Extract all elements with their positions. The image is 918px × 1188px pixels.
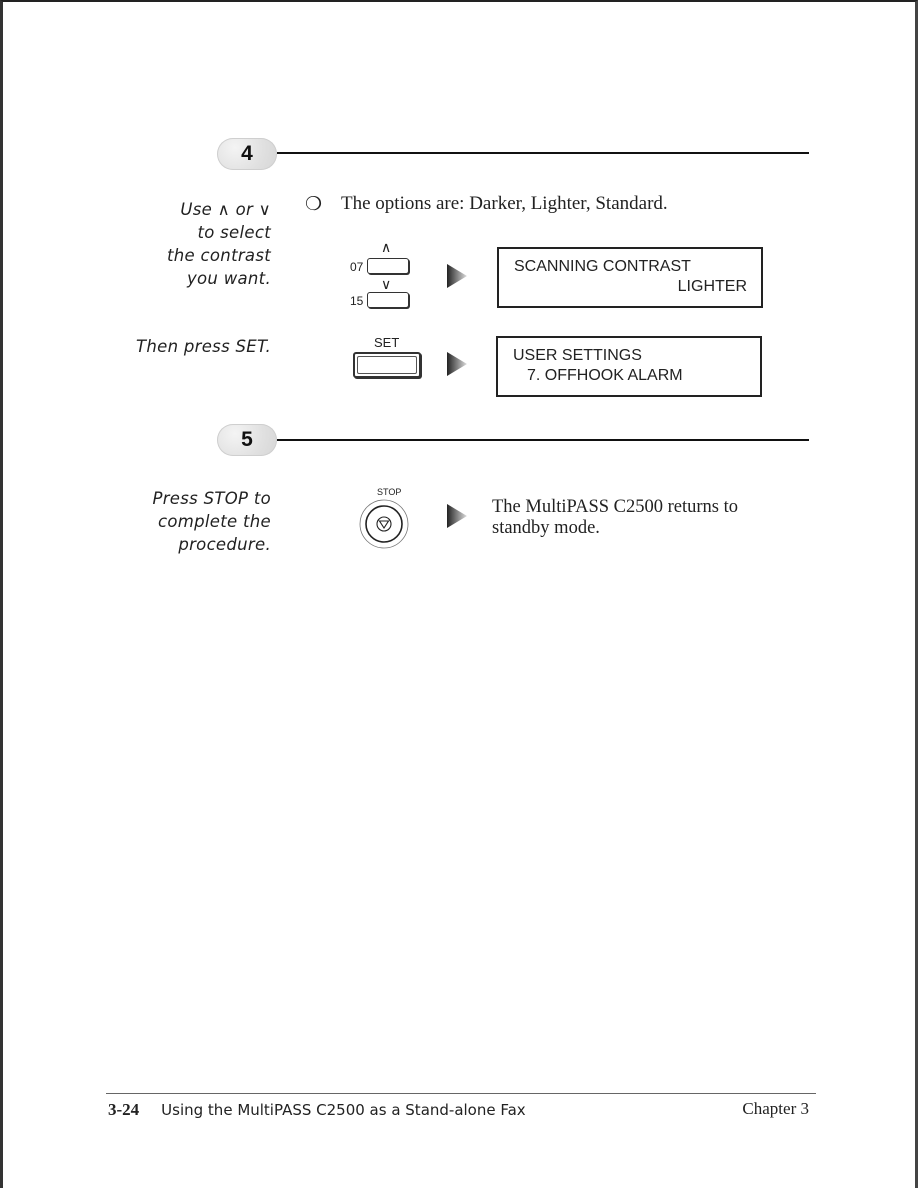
result-arrow-icon bbox=[447, 352, 467, 376]
note-line: to select bbox=[197, 223, 271, 242]
result-line: standby mode. bbox=[492, 518, 600, 538]
stop-key[interactable] bbox=[358, 498, 410, 550]
step-4-divider bbox=[277, 152, 809, 154]
result-line: The MultiPASS C2500 returns to bbox=[492, 497, 739, 517]
up-key[interactable] bbox=[367, 258, 409, 274]
step-5-note-stop: Press STOP to complete the procedure. bbox=[103, 487, 271, 556]
section-title: Using the MultiPASS C2500 as a Stand-alo… bbox=[161, 1101, 526, 1119]
result-arrow-icon bbox=[447, 264, 467, 288]
step-4-badge: 4 bbox=[217, 138, 277, 170]
footer-left: 3-24 Using the MultiPASS C2500 as a Stand… bbox=[108, 1100, 526, 1120]
display-line-2: LIGHTER bbox=[677, 278, 747, 295]
step-4-note-select: Use ∧ or ∨ to select the contrast you wa… bbox=[103, 198, 271, 290]
down-key-number: 15 bbox=[350, 294, 364, 308]
step-5-badge: 5 bbox=[217, 424, 277, 456]
set-key-label: SET bbox=[374, 335, 400, 350]
footer-divider bbox=[106, 1093, 816, 1094]
display-line-2: 7. OFFHOOK ALARM bbox=[527, 367, 683, 384]
note-line: procedure. bbox=[178, 535, 271, 554]
manual-page: 4 Use ∧ or ∨ to select the contrast you … bbox=[0, 0, 918, 1188]
stop-result-text: The MultiPASS C2500 returns to standby m… bbox=[492, 497, 738, 539]
circle-bullet-icon: ❍ bbox=[305, 194, 323, 215]
up-key-number: 07 bbox=[350, 260, 364, 274]
note-line: the contrast bbox=[167, 246, 271, 265]
up-arrow-label: ∧ bbox=[381, 239, 392, 255]
note-line: complete the bbox=[158, 512, 271, 531]
lcd-display-user-settings: USER SETTINGS 7. OFFHOOK ALARM bbox=[496, 336, 762, 397]
display-line-1: USER SETTINGS bbox=[513, 347, 642, 364]
page-number: 3-24 bbox=[108, 1100, 140, 1119]
result-arrow-icon bbox=[447, 504, 467, 528]
note-line: Then press SET. bbox=[135, 337, 271, 356]
lcd-display-contrast: SCANNING CONTRAST LIGHTER bbox=[497, 247, 763, 308]
options-text: The options are: Darker, Lighter, Standa… bbox=[341, 193, 668, 214]
down-key[interactable] bbox=[367, 292, 409, 308]
stop-key-label: STOP bbox=[377, 487, 402, 497]
note-line: you want. bbox=[186, 269, 271, 288]
display-line-1: SCANNING CONTRAST bbox=[514, 258, 691, 275]
step-5-divider bbox=[277, 439, 809, 441]
note-line: Press STOP to bbox=[152, 489, 271, 508]
down-arrow-label: ∨ bbox=[381, 276, 392, 292]
step-number: 5 bbox=[241, 428, 253, 451]
set-key[interactable] bbox=[353, 352, 421, 378]
step-4-note-set: Then press SET. bbox=[103, 335, 271, 358]
note-line: Use ∧ or ∨ bbox=[180, 200, 271, 219]
step-number: 4 bbox=[241, 142, 253, 165]
chapter-label: Chapter 3 bbox=[742, 1099, 809, 1118]
